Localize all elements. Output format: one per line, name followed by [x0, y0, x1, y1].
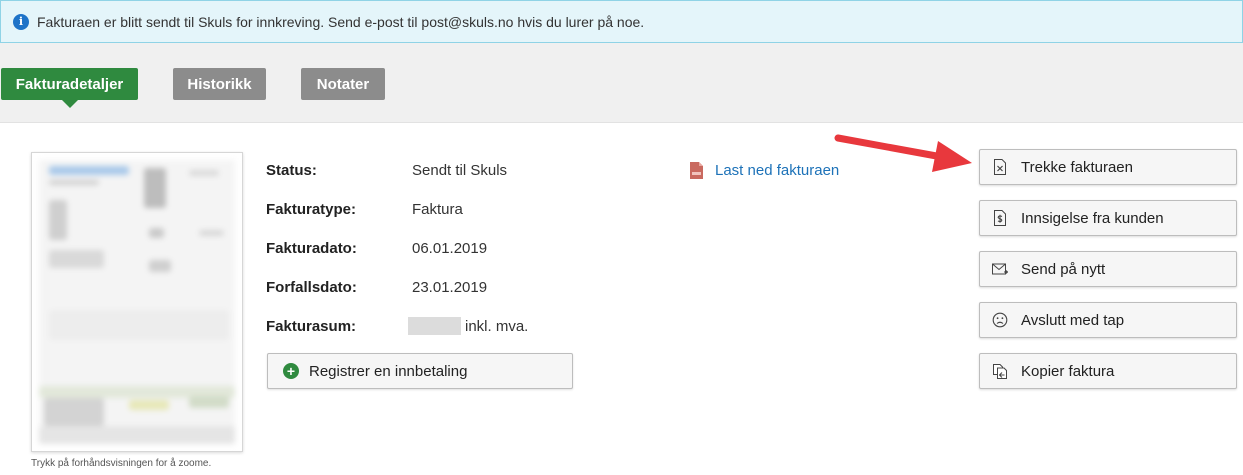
resend-button[interactable]: Send på nytt [979, 251, 1237, 287]
sum-suffix: inkl. mva. [465, 317, 529, 335]
plus-circle-icon: + [283, 363, 299, 379]
date-value: 06.01.2019 [412, 239, 488, 257]
type-value: Faktura [412, 200, 463, 218]
tab-fakturadetaljer[interactable]: Fakturadetaljer [1, 68, 138, 108]
status-row: Status: Sendt til Skuls [266, 155, 666, 185]
due-row: Forfallsdato: 23.01.2019 [266, 272, 666, 302]
masked-amount [408, 317, 461, 335]
invoice-preview[interactable] [31, 152, 243, 452]
withdraw-invoice-button[interactable]: Trekke fakturaen [979, 149, 1237, 185]
close-with-loss-button[interactable]: Avslutt med tap [979, 302, 1237, 338]
copy-invoice-button[interactable]: Kopier faktura [979, 353, 1237, 389]
close-with-loss-label: Avslutt med tap [1021, 311, 1125, 329]
sum-value: inkl. mva. [408, 317, 528, 335]
download-invoice-label: Last ned fakturaen [715, 161, 840, 179]
status-value: Sendt til Skuls [412, 161, 508, 179]
copy-invoice-label: Kopier faktura [1021, 362, 1115, 380]
copy-document-icon [993, 364, 1007, 379]
register-payment-button[interactable]: + Registrer en innbetaling [267, 353, 573, 389]
annotation-arrow-icon [834, 134, 972, 172]
due-label: Forfallsdato: [266, 278, 357, 296]
resend-label: Send på nytt [1021, 260, 1106, 278]
sad-face-icon [992, 312, 1008, 328]
date-row: Fakturadato: 06.01.2019 [266, 233, 666, 263]
preview-caption: Trykk på forhåndsvisningen for å zoome. [31, 458, 212, 469]
tab-historikk[interactable]: Historikk [173, 68, 266, 100]
sum-label: Fakturasum: [266, 317, 357, 335]
tab-bar: Fakturadetaljer Historikk Notater [0, 68, 1243, 108]
type-row: Fakturatype: Faktura [266, 194, 666, 224]
type-label: Fakturatype: [266, 200, 357, 218]
due-value: 23.01.2019 [412, 278, 488, 296]
withdraw-invoice-label: Trekke fakturaen [1021, 158, 1133, 176]
info-banner: i Fakturaen er blitt sendt til Skuls for… [0, 0, 1243, 43]
pdf-file-icon [690, 161, 703, 179]
info-icon: i [13, 13, 29, 30]
register-payment-label: Registrer en innbetaling [309, 362, 468, 380]
download-invoice-link[interactable]: Last ned fakturaen [690, 159, 839, 181]
envelope-icon [992, 263, 1008, 275]
file-x-icon [994, 159, 1006, 175]
file-dollar-icon [994, 210, 1006, 226]
customer-objection-label: Innsigelse fra kunden [1021, 209, 1164, 227]
tab-notater[interactable]: Notater [301, 68, 385, 100]
date-label: Fakturadato: [266, 239, 357, 257]
info-banner-text: Fakturaen er blitt sendt til Skuls for i… [37, 13, 645, 30]
status-label: Status: [266, 161, 317, 179]
invoice-preview-image [39, 160, 235, 444]
sum-row: Fakturasum: inkl. mva. [266, 311, 666, 341]
customer-objection-button[interactable]: Innsigelse fra kunden [979, 200, 1237, 236]
